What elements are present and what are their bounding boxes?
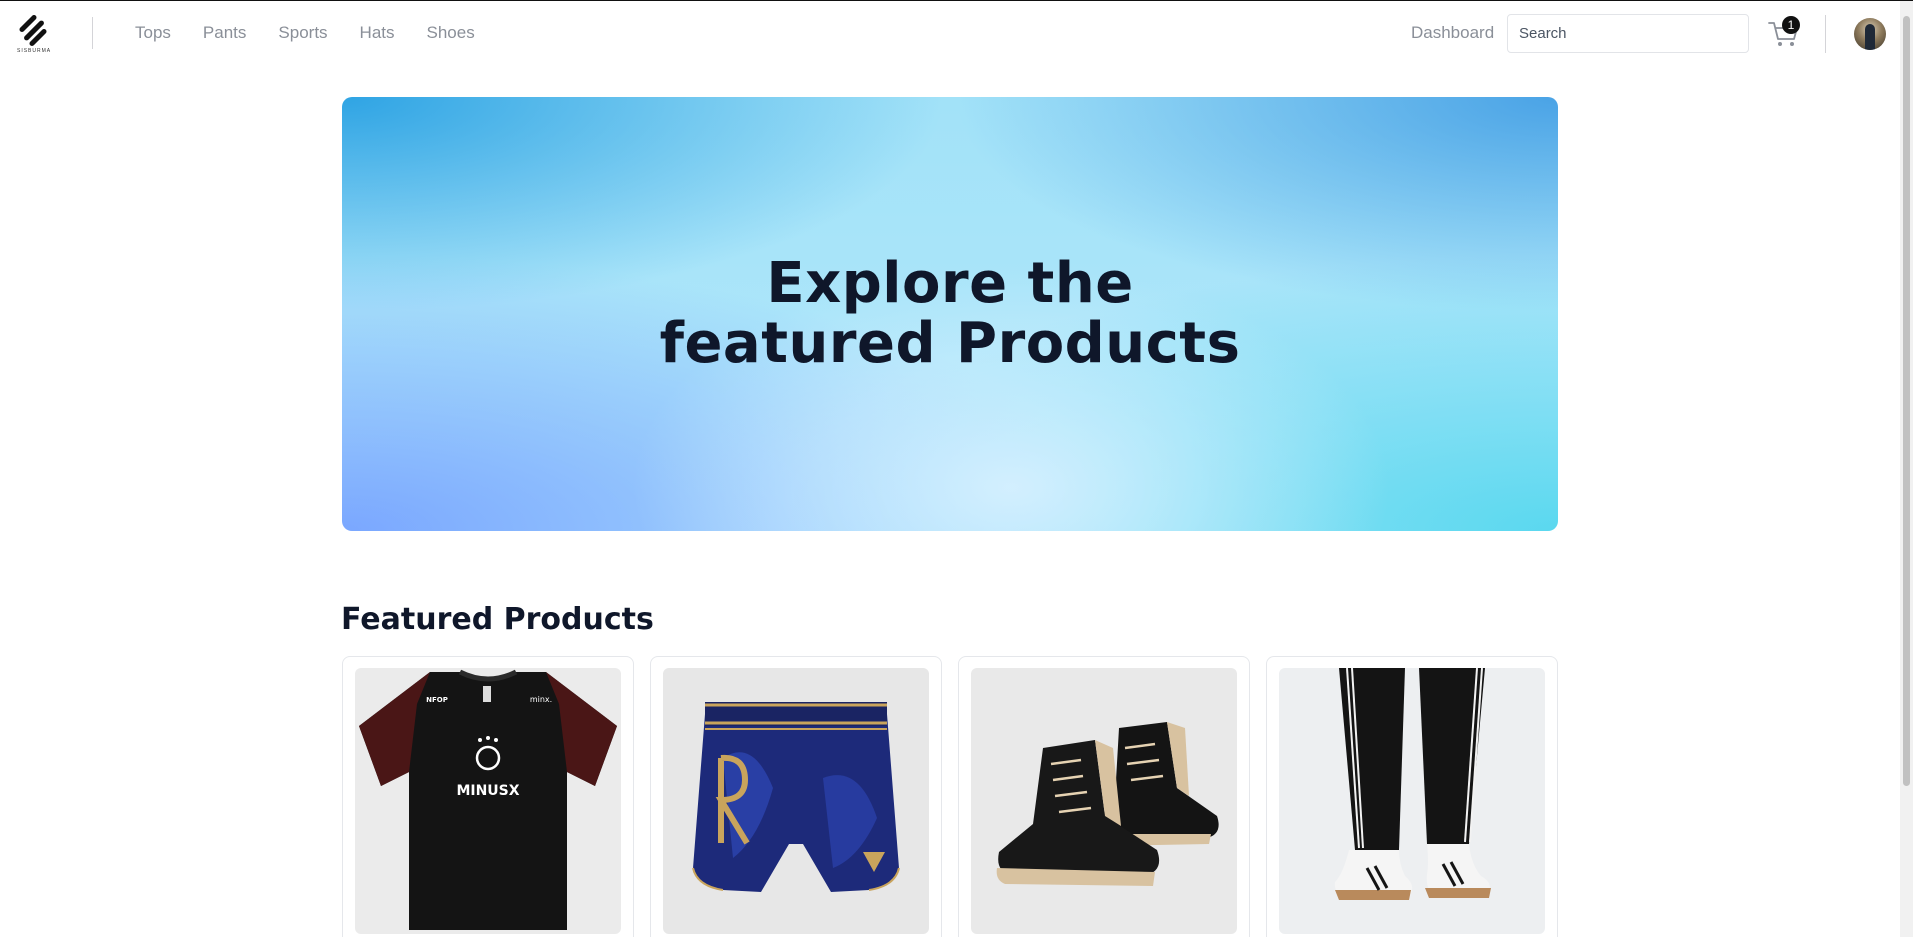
nav-item-pants[interactable]: Pants [203, 23, 246, 43]
track-pants-image [1279, 668, 1545, 934]
search-input[interactable] [1507, 14, 1749, 53]
product-image[interactable] [971, 668, 1237, 934]
shirt-left-tag: NFOP [426, 696, 448, 704]
product-image[interactable] [663, 668, 929, 934]
product-image[interactable]: MINUSX NFOP minx. [355, 668, 621, 934]
boxing-shoes-image [971, 668, 1237, 934]
scrollbar-thumb[interactable] [1903, 16, 1910, 786]
page: SISBURMA Tops Pants Sports Hats Shoes Da… [0, 0, 1913, 937]
brand-wordmark: SISBURMA [17, 48, 52, 54]
brand-logo[interactable] [15, 13, 51, 53]
hero-banner: Explore the featured Products [342, 97, 1558, 531]
shirt-print-text: MINUSX [456, 783, 519, 799]
hero-title-line-1: Explore the [766, 251, 1134, 316]
hero-title-line-2: featured Products [659, 311, 1241, 376]
user-avatar[interactable] [1854, 18, 1886, 50]
dashboard-link[interactable]: Dashboard [1411, 23, 1494, 43]
header-divider [92, 17, 93, 49]
shirt-right-tag: minx. [530, 695, 552, 704]
nav-item-sports[interactable]: Sports [278, 23, 327, 43]
nav-item-hats[interactable]: Hats [360, 23, 395, 43]
hero-title: Explore the featured Products [660, 254, 1241, 374]
product-image[interactable] [1279, 668, 1545, 934]
shorts-image [663, 668, 929, 934]
header-divider-right [1825, 15, 1826, 53]
product-card[interactable]: MINUSX NFOP minx. [342, 656, 634, 937]
cart-count-badge: 1 [1782, 16, 1800, 34]
product-card[interactable] [958, 656, 1250, 937]
product-grid: MINUSX NFOP minx. [342, 656, 1558, 937]
logo-stripes-icon [19, 14, 47, 47]
featured-products-title: Featured Products [341, 602, 654, 637]
category-nav: Tops Pants Sports Hats Shoes [135, 23, 475, 43]
shirt-image: MINUSX NFOP minx. [355, 668, 621, 934]
site-header: SISBURMA Tops Pants Sports Hats Shoes Da… [0, 1, 1900, 65]
product-card[interactable] [650, 656, 942, 937]
product-card[interactable] [1266, 656, 1558, 937]
nav-item-tops[interactable]: Tops [135, 23, 171, 43]
nav-item-shoes[interactable]: Shoes [427, 23, 475, 43]
